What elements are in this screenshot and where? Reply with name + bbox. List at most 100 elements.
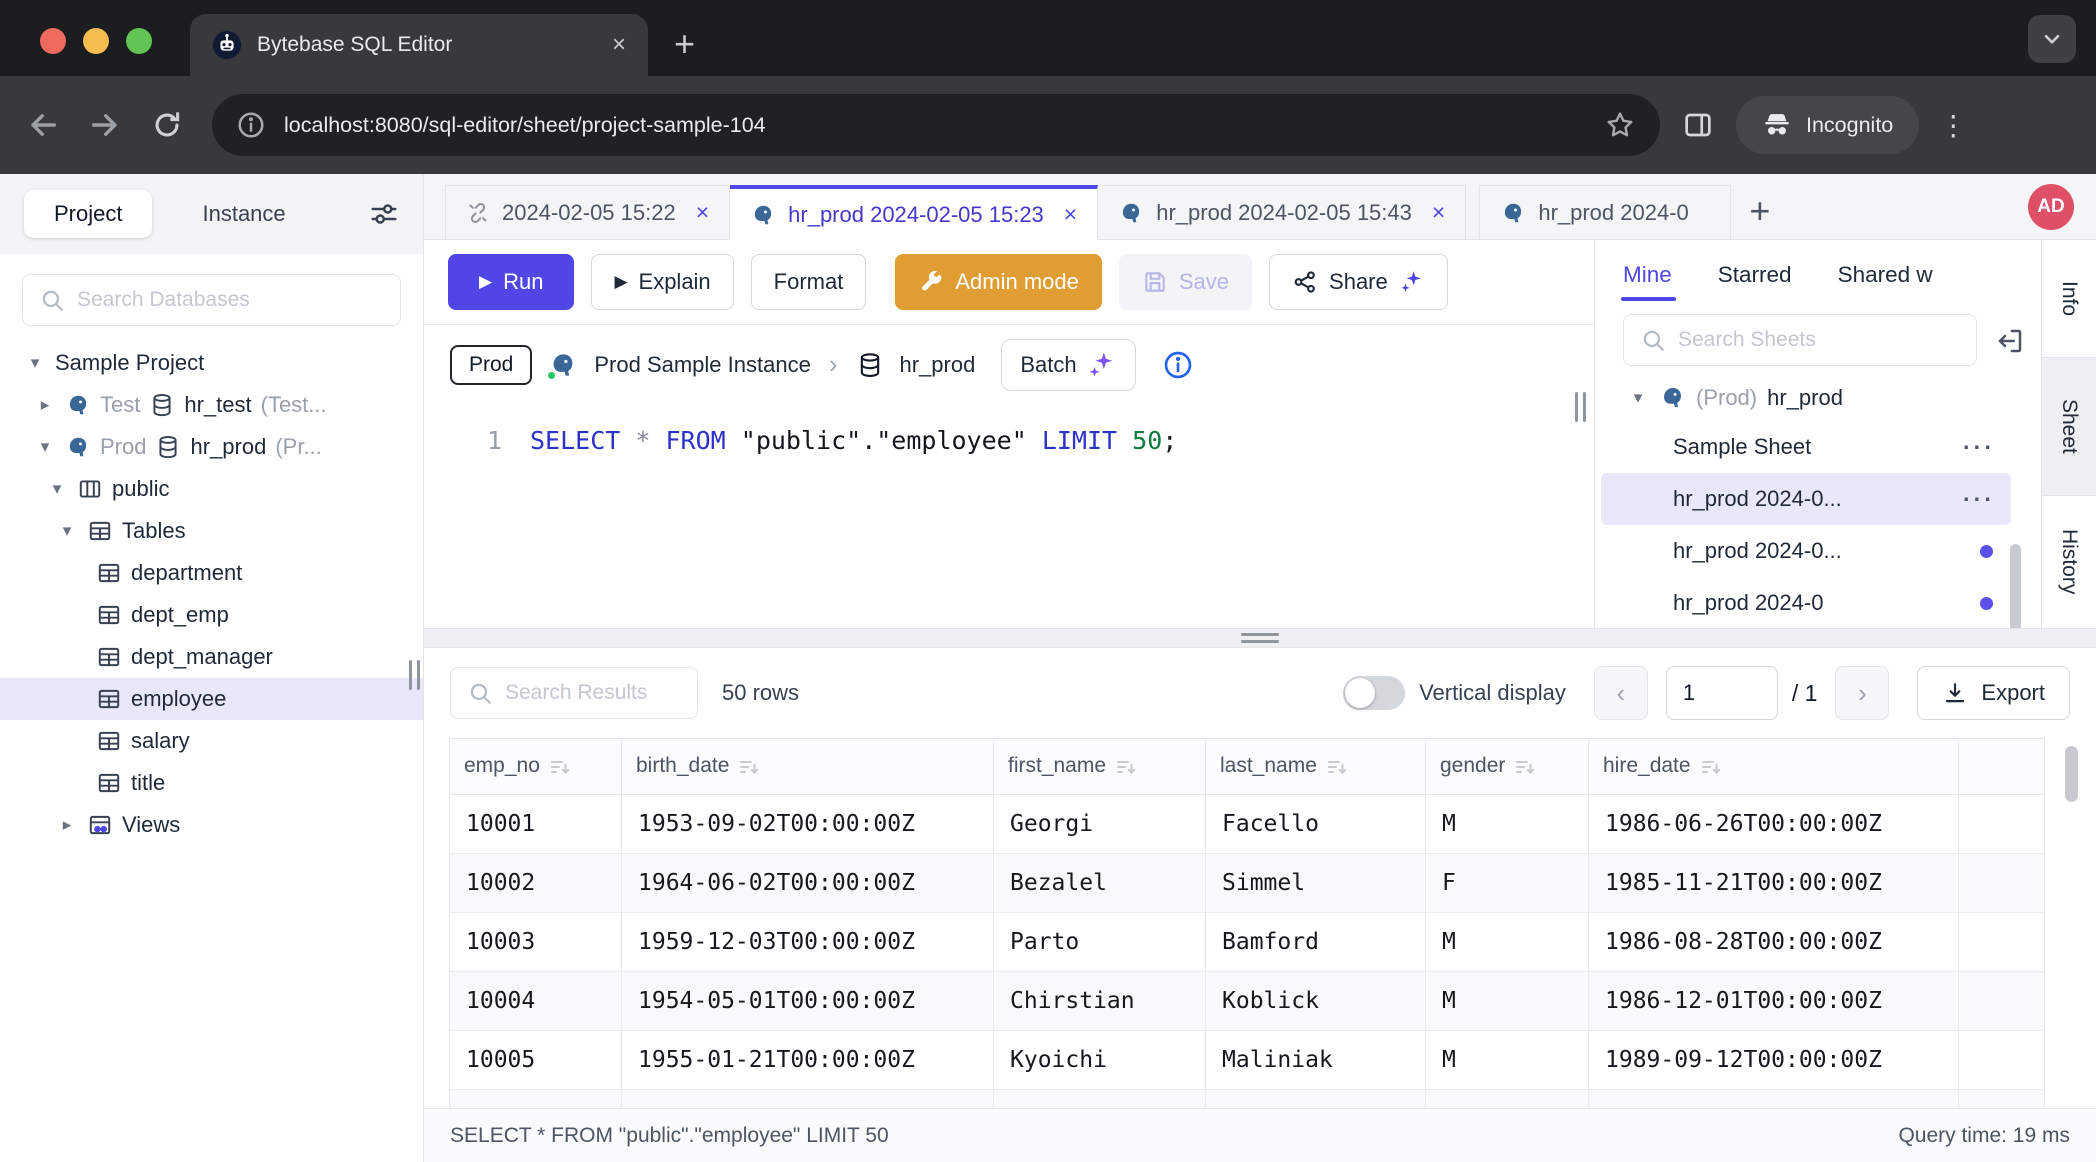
table-row[interactable]: 100011953-09-02T00:00:00ZGeorgiFacelloM1…: [450, 795, 2045, 854]
table-row[interactable]: 100051955-01-21T00:00:00ZKyoichiMaliniak…: [450, 1031, 2045, 1090]
side-panel-icon[interactable]: [1682, 109, 1714, 141]
instance-name[interactable]: Prod Sample Instance: [594, 352, 810, 378]
tree-item-schema-public[interactable]: ▾ public: [0, 468, 423, 510]
table-row[interactable]: 100041954-05-01T00:00:00ZChirstianKoblic…: [450, 972, 2045, 1031]
run-button[interactable]: ▶ Run: [448, 254, 574, 310]
sheet-item-selected[interactable]: hr_prod 2024-0... ···: [1601, 473, 2011, 525]
tree-item-table-dept-emp[interactable]: dept_emp: [0, 594, 423, 636]
editor-tab-4[interactable]: hr_prod 2024-0: [1479, 185, 1731, 239]
tab-instance[interactable]: Instance: [172, 190, 315, 238]
sheet-item[interactable]: hr_prod 2024-0: [1601, 577, 2011, 628]
cell[interactable]: M: [1426, 972, 1589, 1031]
browser-tab[interactable]: Bytebase SQL Editor ×: [190, 14, 648, 76]
cell[interactable]: Georgi: [994, 795, 1206, 854]
maximize-window-button[interactable]: [126, 28, 152, 54]
close-window-button[interactable]: [40, 28, 66, 54]
cell[interactable]: Anneke: [994, 1090, 1206, 1109]
cell[interactable]: 10005: [450, 1031, 622, 1090]
tree-item-table-title[interactable]: title: [0, 762, 423, 804]
bookmark-star-icon[interactable]: [1604, 109, 1636, 141]
next-page-button[interactable]: ›: [1835, 666, 1889, 720]
cell[interactable]: 1985-11-21T00:00:00Z: [1589, 854, 1959, 913]
search-databases-input[interactable]: [77, 288, 384, 312]
caret-right-icon[interactable]: ▸: [34, 395, 56, 415]
caret-down-icon[interactable]: ▾: [1627, 388, 1649, 408]
sheet-item[interactable]: hr_prod 2024-0...: [1601, 525, 2011, 577]
column-header[interactable]: gender: [1426, 739, 1589, 795]
cell[interactable]: Chirstian: [994, 972, 1206, 1031]
cell[interactable]: 10001: [450, 795, 622, 854]
table-row[interactable]: 100021964-06-02T00:00:00ZBezalelSimmelF1…: [450, 854, 2045, 913]
cell[interactable]: F: [1426, 854, 1589, 913]
tree-item-views-group[interactable]: ▸ Views: [0, 804, 423, 846]
sheet-menu-icon[interactable]: ···: [1963, 486, 1995, 513]
editor-tab-2-active[interactable]: hr_prod 2024-02-05 15:23 ×: [730, 185, 1098, 240]
sheet-scrollbar[interactable]: [2010, 544, 2021, 628]
close-tab-icon[interactable]: ×: [612, 31, 626, 59]
tree-item-project[interactable]: ▾ Sample Project: [0, 342, 423, 384]
editor-tab-3[interactable]: hr_prod 2024-02-05 15:43 ×: [1098, 185, 1466, 239]
tree-item-hr-test[interactable]: ▸ Test hr_test (Test...: [0, 384, 423, 426]
page-number-input[interactable]: [1666, 666, 1778, 720]
import-sheet-icon[interactable]: [1995, 326, 2025, 356]
user-avatar[interactable]: AD: [2028, 184, 2074, 230]
tab-starred[interactable]: Starred: [1718, 262, 1792, 288]
url-text[interactable]: localhost:8080/sql-editor/sheet/project-…: [284, 113, 1586, 138]
cell[interactable]: Koblick: [1206, 972, 1426, 1031]
tree-item-table-dept-manager[interactable]: dept_manager: [0, 636, 423, 678]
forward-icon[interactable]: [88, 108, 122, 142]
panel-resize-handle[interactable]: [1575, 392, 1586, 422]
splitter-grip-icon[interactable]: [1241, 633, 1279, 647]
browser-menu-icon[interactable]: ⋮: [1939, 109, 1967, 142]
tab-mine[interactable]: Mine: [1623, 262, 1672, 288]
search-sheets-input[interactable]: [1678, 328, 1960, 352]
tree-item-table-salary[interactable]: salary: [0, 720, 423, 762]
site-info-icon[interactable]: [236, 110, 266, 140]
caret-down-icon[interactable]: ▾: [34, 437, 56, 457]
new-tab-button[interactable]: +: [674, 26, 695, 62]
cell[interactable]: Kyoichi: [994, 1031, 1206, 1090]
admin-mode-button[interactable]: Admin mode: [895, 254, 1102, 310]
reload-icon[interactable]: [150, 108, 184, 142]
results-splitter[interactable]: [424, 628, 2096, 648]
table-row[interactable]: 100061953-04-20T00:00:00ZAnnekePreusigF1…: [450, 1090, 2045, 1109]
tree-item-table-department[interactable]: department: [0, 552, 423, 594]
batch-button[interactable]: Batch: [1001, 339, 1135, 391]
close-tab-icon[interactable]: ×: [1432, 199, 1445, 226]
caret-down-icon[interactable]: ▾: [46, 479, 68, 499]
sheet-item[interactable]: Sample Sheet ···: [1601, 421, 2011, 473]
tree-item-hr-prod[interactable]: ▾ Prod hr_prod (Pr...: [0, 426, 423, 468]
tree-item-table-employee[interactable]: employee: [0, 678, 423, 720]
close-tab-icon[interactable]: ×: [696, 199, 709, 226]
cell[interactable]: Preusig: [1206, 1090, 1426, 1109]
sheet-group[interactable]: ▾ (Prod) hr_prod: [1595, 372, 2041, 421]
results-scrollbar[interactable]: [2065, 746, 2078, 802]
cell[interactable]: 1953-09-02T00:00:00Z: [622, 795, 994, 854]
cell[interactable]: 10002: [450, 854, 622, 913]
cell[interactable]: 1959-12-03T00:00:00Z: [622, 913, 994, 972]
cell[interactable]: Bezalel: [994, 854, 1206, 913]
format-button[interactable]: Format: [751, 254, 867, 310]
cell[interactable]: 10006: [450, 1090, 622, 1109]
database-name[interactable]: hr_prod: [900, 352, 976, 378]
cell[interactable]: 1964-06-02T00:00:00Z: [622, 854, 994, 913]
column-header[interactable]: birth_date: [622, 739, 994, 795]
cell[interactable]: Bamford: [1206, 913, 1426, 972]
cell[interactable]: Parto: [994, 913, 1206, 972]
cell[interactable]: M: [1426, 795, 1589, 854]
sort-icon[interactable]: [1325, 755, 1349, 779]
column-header[interactable]: emp_no: [450, 739, 622, 795]
cell[interactable]: 1954-05-01T00:00:00Z: [622, 972, 994, 1031]
column-header[interactable]: first_name: [994, 739, 1206, 795]
cell[interactable]: Simmel: [1206, 854, 1426, 913]
tree-item-tables-group[interactable]: ▾ Tables: [0, 510, 423, 552]
tab-project[interactable]: Project: [24, 190, 152, 238]
cell[interactable]: 10004: [450, 972, 622, 1031]
search-results-input[interactable]: [505, 681, 681, 705]
sheet-menu-icon[interactable]: ···: [1963, 434, 1995, 461]
tab-shared[interactable]: Shared w: [1838, 262, 1933, 288]
info-icon[interactable]: [1162, 349, 1194, 381]
export-button[interactable]: Export: [1917, 666, 2070, 720]
prev-page-button[interactable]: ‹: [1594, 666, 1648, 720]
code-area[interactable]: 1 SELECT * FROM "public"."employee" LIMI…: [424, 404, 1594, 462]
